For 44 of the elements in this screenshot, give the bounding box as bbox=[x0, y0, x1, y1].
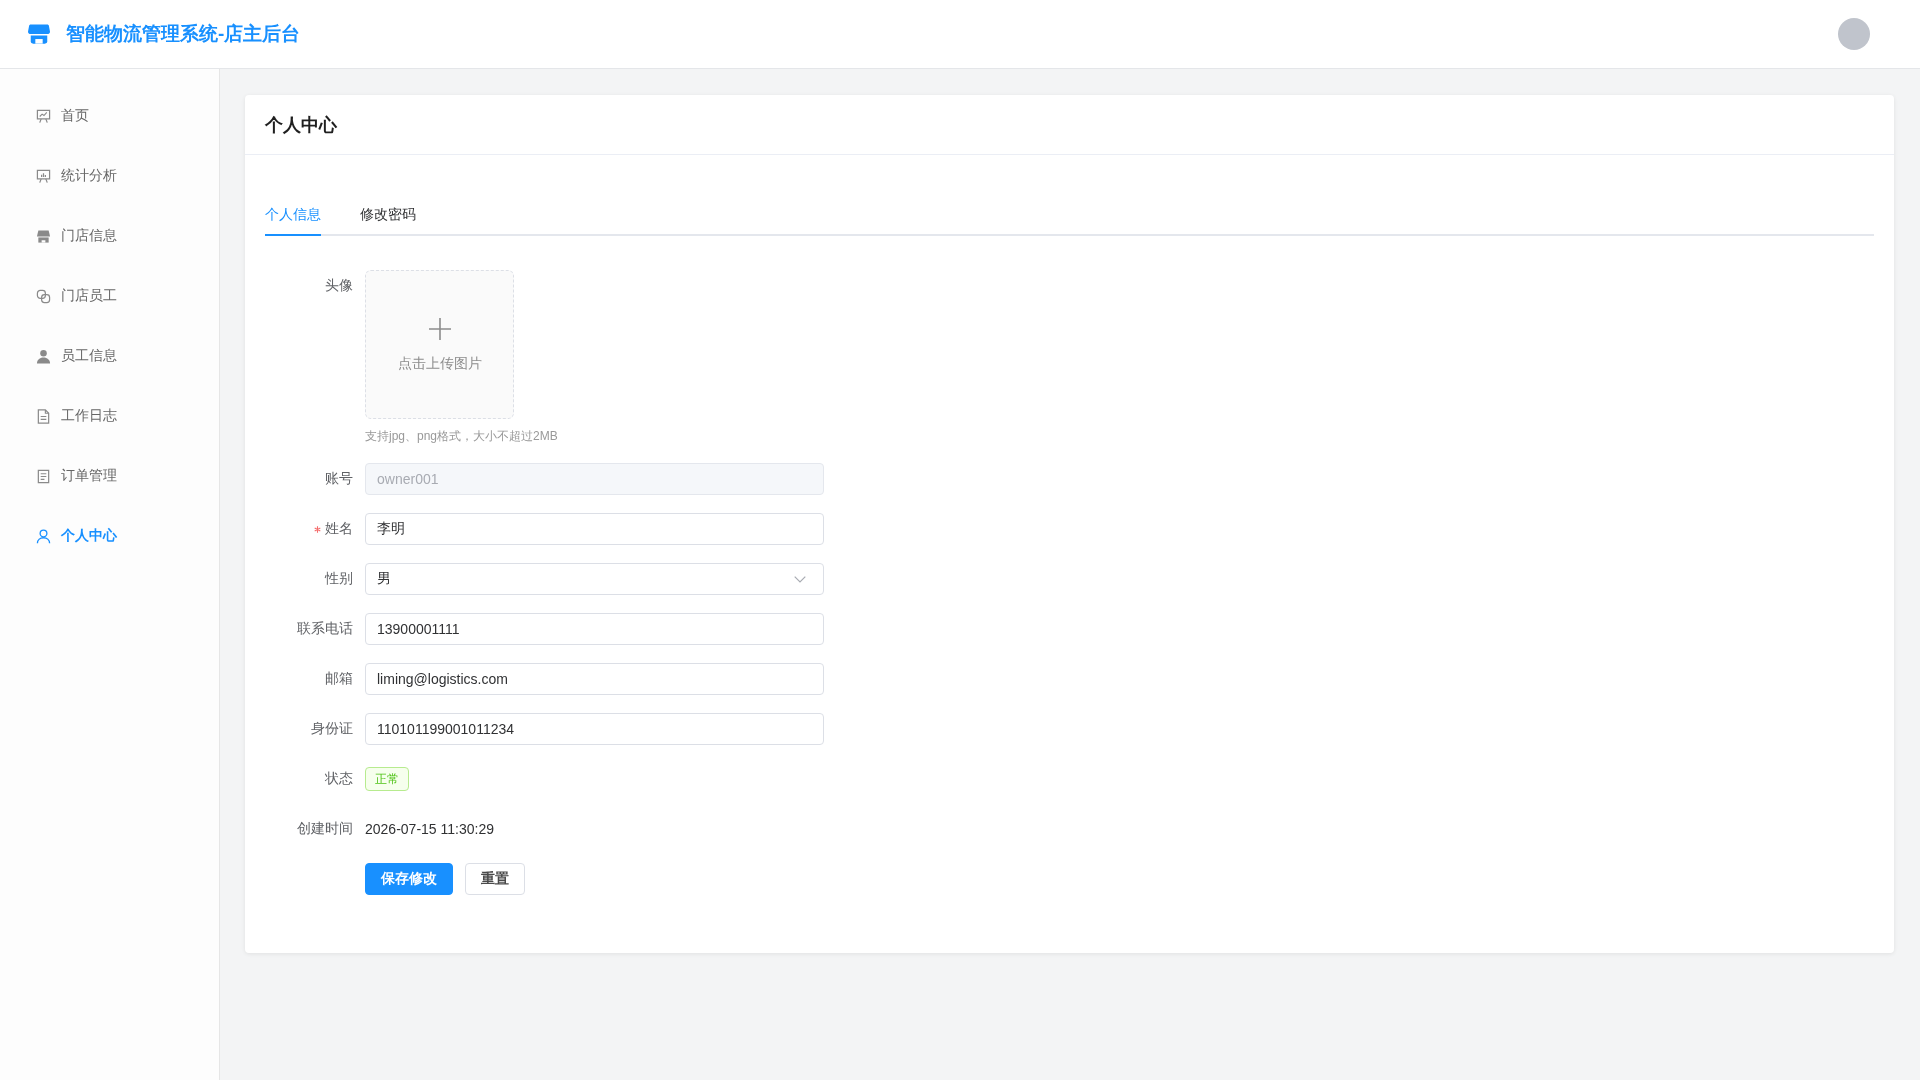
document-icon bbox=[36, 408, 51, 424]
reset-button[interactable]: 重置 bbox=[465, 863, 525, 895]
id-number-field[interactable]: 110101199001011234 bbox=[365, 713, 824, 745]
save-button[interactable]: 保存修改 bbox=[365, 863, 453, 895]
sidebar-item[interactable]: 订单管理 bbox=[0, 446, 219, 506]
upload-area[interactable]: 点击上传图片 bbox=[365, 270, 514, 419]
app-title: 智能物流管理系统-店主后台 bbox=[66, 22, 301, 46]
user-avatar[interactable] bbox=[1838, 18, 1870, 50]
sidebar-item[interactable]: 首页 bbox=[0, 86, 219, 146]
field-label: 联系电话 bbox=[297, 620, 353, 638]
name-field[interactable]: 李明 bbox=[365, 513, 824, 545]
chevron-down-icon bbox=[794, 575, 806, 583]
field-label: 状态 bbox=[325, 770, 353, 788]
sidebar-item[interactable]: 门店员工 bbox=[0, 266, 219, 326]
email-field[interactable]: liming@logistics.com bbox=[365, 663, 824, 695]
sidebar-item[interactable]: 门店信息 bbox=[0, 206, 219, 266]
shop-logo-icon bbox=[28, 23, 50, 45]
user-icon bbox=[36, 528, 51, 544]
field-label: 邮箱 bbox=[325, 670, 353, 688]
field-label: 头像 bbox=[325, 277, 353, 295]
tab[interactable]: 个人信息 bbox=[265, 196, 321, 236]
sidebar-item[interactable]: 统计分析 bbox=[0, 146, 219, 206]
field-label: 性别 bbox=[325, 570, 353, 588]
field-label: 姓名 bbox=[325, 520, 353, 538]
sidebar-item[interactable]: 个人中心 bbox=[0, 506, 219, 566]
sidebar-item[interactable]: 员工信息 bbox=[0, 326, 219, 386]
sidebar-item[interactable]: 工作日志 bbox=[0, 386, 219, 446]
linked-squares-icon bbox=[36, 288, 51, 304]
tab[interactable]: 修改密码 bbox=[360, 196, 416, 236]
field-label: 创建时间 bbox=[297, 820, 353, 838]
shop-icon bbox=[36, 228, 51, 244]
gender-select[interactable]: 男 bbox=[365, 563, 824, 595]
field-label: 账号 bbox=[325, 470, 353, 488]
presentation-board-icon bbox=[36, 168, 51, 184]
chart-board-icon bbox=[36, 108, 51, 124]
user-icon bbox=[36, 348, 51, 364]
created-time-text: 2026-07-15 11:30:29 bbox=[365, 821, 494, 837]
status-tag: 正常 bbox=[365, 767, 409, 791]
upload-hint: 支持jpg、png格式，大小不超过2MB bbox=[365, 428, 558, 445]
phone-field[interactable]: 13900001111 bbox=[365, 613, 824, 645]
field-label: 身份证 bbox=[311, 720, 353, 738]
page-title: 个人中心 bbox=[265, 113, 337, 137]
plus-icon bbox=[427, 316, 452, 341]
list-document-icon bbox=[36, 468, 51, 484]
